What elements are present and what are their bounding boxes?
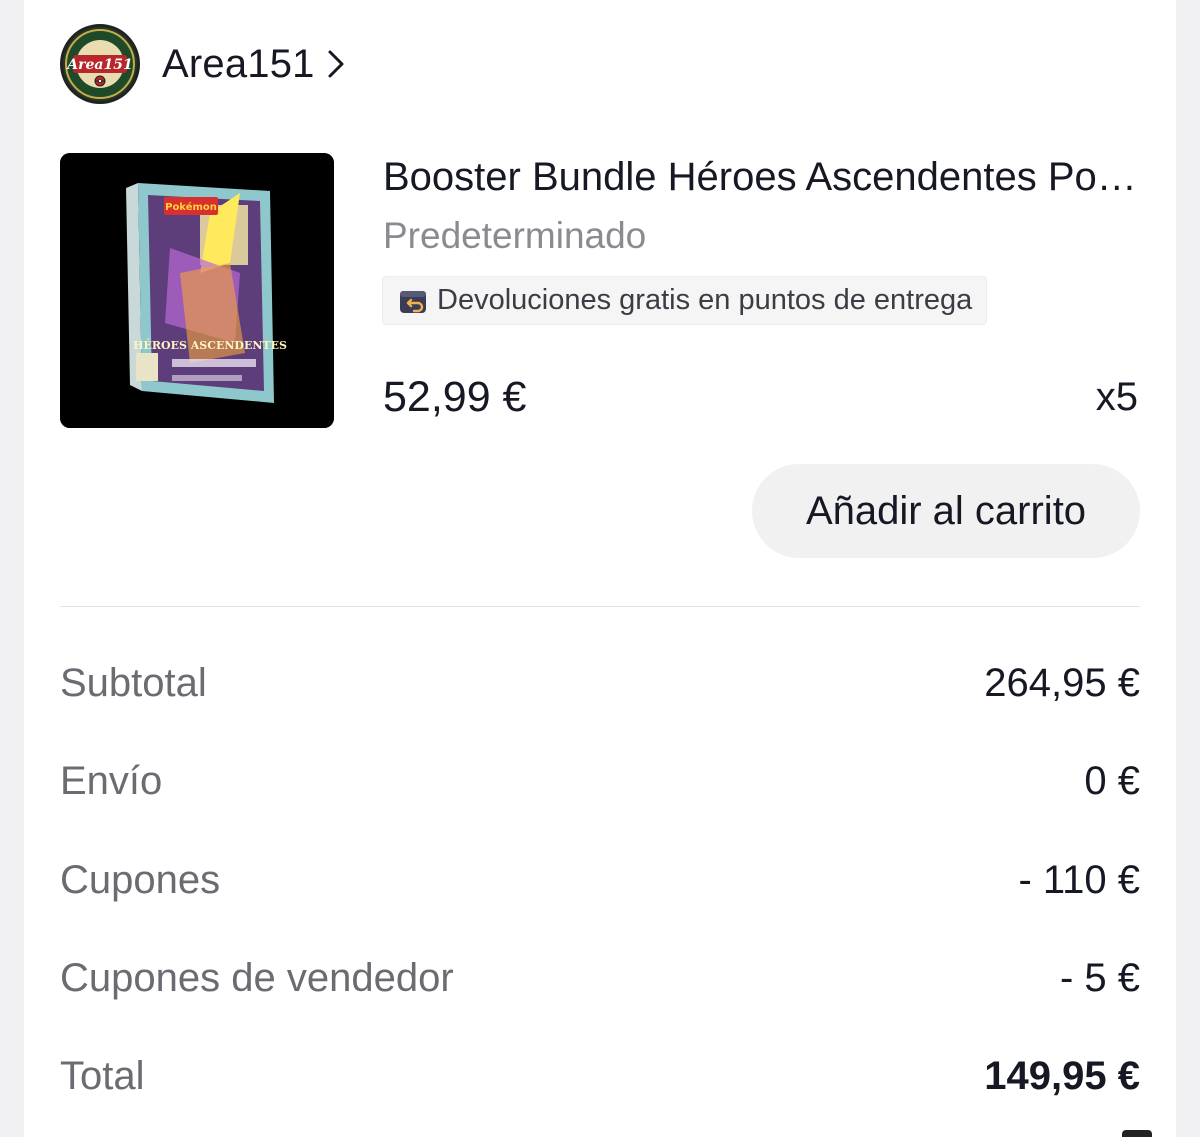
summary-value: 0 €: [1084, 758, 1140, 803]
free-returns-text: Devoluciones gratis en puntos de entrega: [437, 284, 973, 316]
summary-row-coupons: Cupones - 110 €: [60, 850, 1140, 910]
return-arrow-icon: [400, 290, 426, 313]
shop-logo-text: Area151: [65, 57, 132, 73]
summary-row-seller-coupons: Cupones de vendedor - 5 €: [60, 948, 1140, 1008]
summary-row-total: Total 149,95 €: [60, 1046, 1140, 1106]
product-image-title: HÉROES ASCENDENTES: [133, 338, 287, 352]
product-quantity: x5: [1095, 375, 1138, 419]
summary-value: - 5 €: [1059, 955, 1140, 1000]
summary-row-subtotal: Subtotal 264,95 €: [60, 653, 1140, 713]
order-card: Area151 Area151 Pokémon HÉROES ASCENDENT…: [24, 0, 1176, 1137]
summary-label: Subtotal: [60, 660, 207, 705]
free-returns-badge: Devoluciones gratis en puntos de entrega: [382, 276, 988, 325]
product-price: 52,99 €: [383, 373, 527, 421]
product-image[interactable]: Pokémon HÉROES ASCENDENTES: [60, 153, 334, 428]
summary-label: Total: [60, 1053, 145, 1098]
summary-total-value: 149,95 €: [984, 1053, 1140, 1098]
add-to-cart-button[interactable]: Añadir al carrito: [752, 464, 1140, 558]
summary-label: Envío: [60, 758, 163, 803]
shop-name[interactable]: Area151: [162, 42, 315, 87]
chevron-right-icon[interactable]: [327, 49, 345, 79]
product-title[interactable]: Booster Bundle Héroes Ascendentes Pokémo…: [383, 155, 1143, 200]
product-image-brand: Pokémon: [165, 201, 217, 213]
divider: [60, 606, 1140, 607]
summary-value: - 110 €: [1018, 857, 1140, 902]
summary-row-shipping: Envío 0 €: [60, 751, 1140, 811]
summary-value: 264,95 €: [984, 660, 1140, 705]
summary-label: Cupones de vendedor: [60, 955, 454, 1000]
summary-label: Cupones: [60, 857, 221, 902]
shop-header[interactable]: Area151 Area151: [60, 22, 345, 106]
product-variant: Predeterminado: [383, 215, 647, 256]
info-icon[interactable]: [1122, 1130, 1152, 1137]
shop-logo: Area151: [60, 24, 140, 104]
